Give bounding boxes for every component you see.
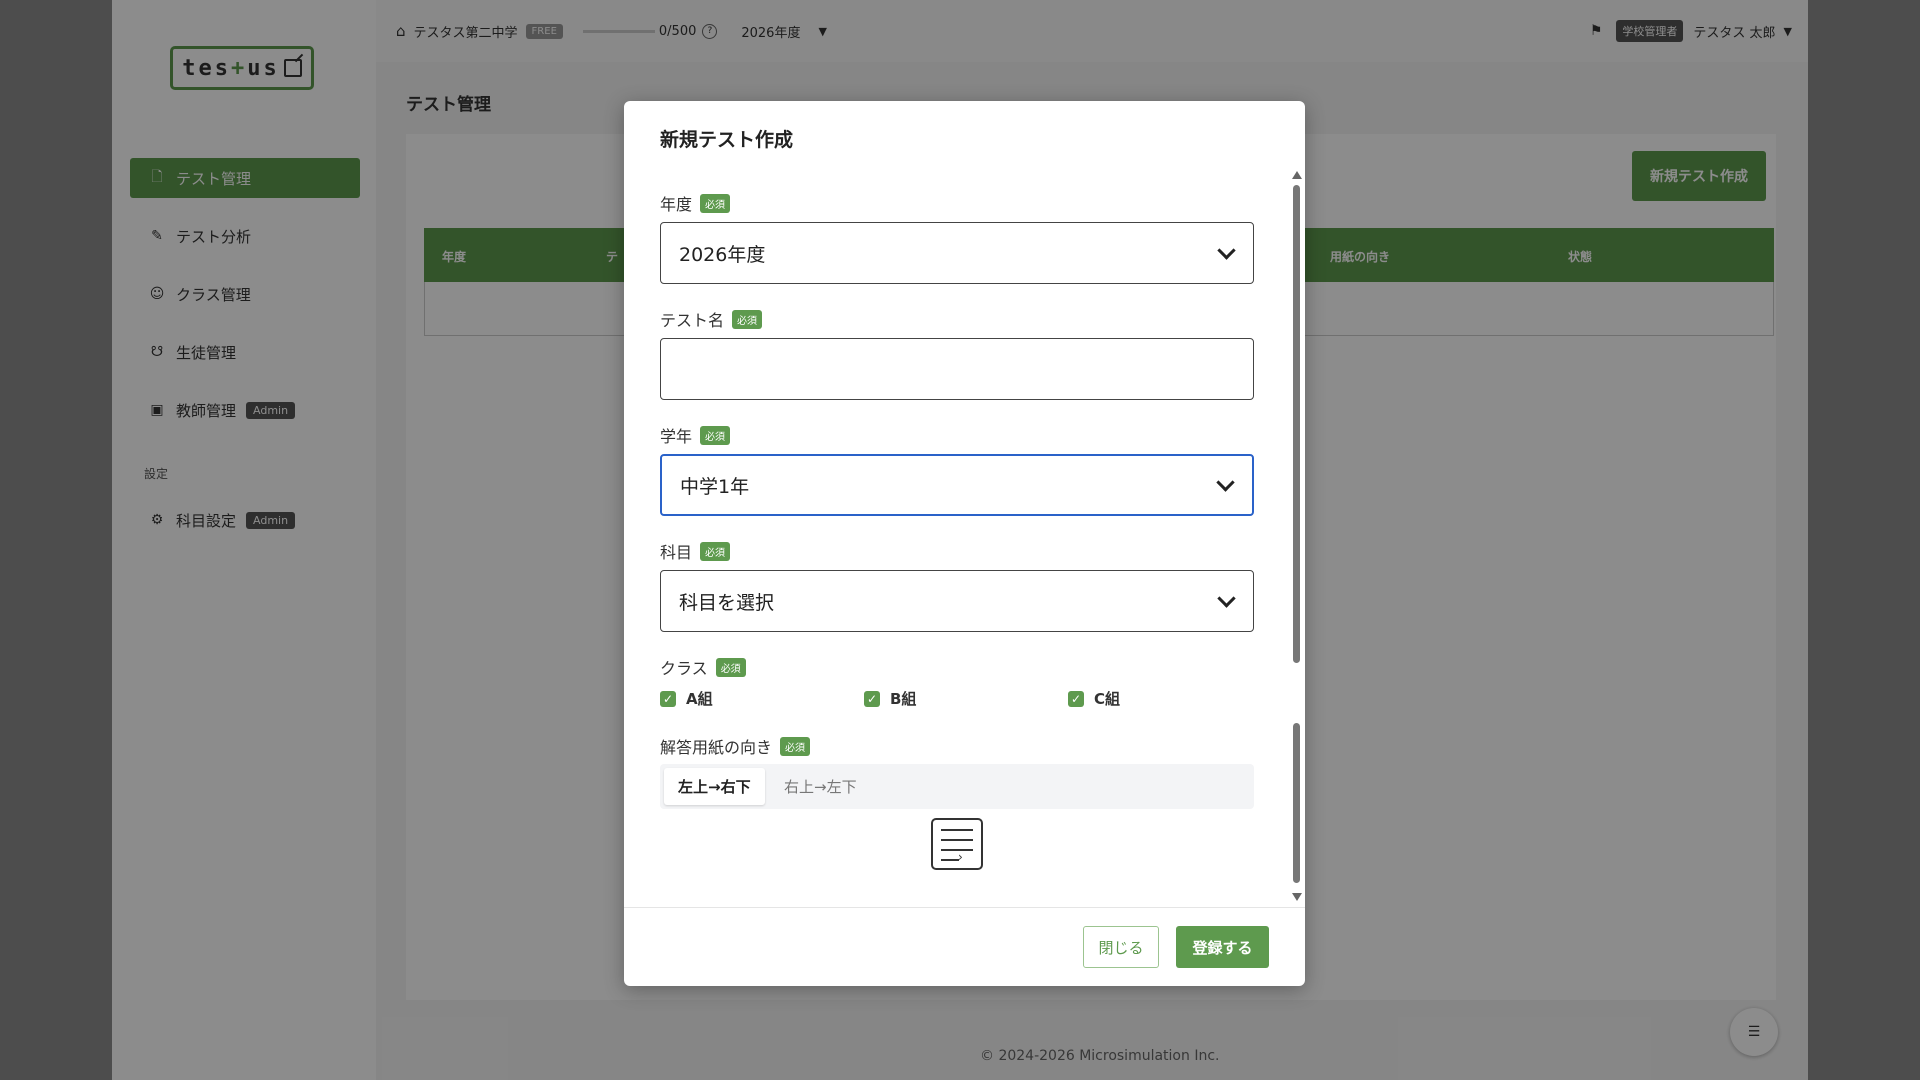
class-checkbox-c[interactable]: ✓ C組 bbox=[1068, 688, 1120, 709]
required-badge: 必須 bbox=[715, 657, 746, 677]
orientation-label: 解答用紙の向き 必須 bbox=[660, 734, 811, 758]
orientation-option-righttop[interactable]: 右上→左下 bbox=[784, 768, 857, 805]
modal-title: 新規テスト作成 bbox=[660, 129, 794, 151]
scroll-down-arrow-icon[interactable] bbox=[1292, 893, 1302, 901]
class-checkbox-a[interactable]: ✓ A組 bbox=[660, 688, 713, 709]
required-badge: 必須 bbox=[700, 541, 731, 561]
year-label: 年度 必須 bbox=[660, 191, 731, 215]
class-checkboxes: ✓ A組 ✓ B組 ✓ C組 bbox=[660, 688, 1254, 708]
chevron-down-icon bbox=[1217, 589, 1236, 608]
submit-button[interactable]: 登録する bbox=[1176, 926, 1269, 968]
grade-select[interactable]: 中学1年 bbox=[660, 454, 1254, 516]
test-name-label: テスト名 必須 bbox=[660, 307, 763, 331]
class-checkbox-b[interactable]: ✓ B組 bbox=[864, 688, 916, 709]
scroll-up-arrow-icon[interactable] bbox=[1292, 171, 1302, 179]
required-badge: 必須 bbox=[700, 193, 731, 213]
close-button[interactable]: 閉じる bbox=[1083, 926, 1159, 968]
subject-label: 科目 必須 bbox=[660, 539, 731, 563]
modal-scrollbar[interactable] bbox=[1291, 171, 1302, 901]
checkbox-checked-icon[interactable]: ✓ bbox=[864, 690, 880, 707]
required-badge: 必須 bbox=[732, 309, 763, 329]
chevron-down-icon bbox=[1216, 473, 1235, 492]
modal-footer: 閉じる 登録する bbox=[624, 907, 1305, 986]
subject-select[interactable]: 科目を選択 bbox=[660, 570, 1254, 632]
class-label: クラス 必須 bbox=[660, 655, 746, 679]
chevron-down-icon bbox=[1217, 241, 1236, 260]
orientation-toggle: 左上→右下 右上→左下 bbox=[660, 764, 1254, 809]
year-select[interactable]: 2026年度 bbox=[660, 222, 1254, 284]
required-badge: 必須 bbox=[700, 425, 731, 445]
answer-sheet-orientation-icon: › bbox=[931, 818, 983, 870]
grade-label: 学年 必須 bbox=[660, 423, 731, 447]
orientation-option-lefttop[interactable]: 左上→右下 bbox=[664, 768, 765, 805]
scrollbar-thumb-bottom[interactable] bbox=[1293, 723, 1300, 883]
checkbox-checked-icon[interactable]: ✓ bbox=[1068, 690, 1084, 707]
scrollbar-thumb-top[interactable] bbox=[1293, 185, 1300, 663]
required-badge: 必須 bbox=[780, 736, 811, 756]
new-test-modal: 新規テスト作成 年度 必須 2026年度 テスト名 必須 学年 必須 中学1年 … bbox=[624, 101, 1305, 986]
test-name-input[interactable] bbox=[660, 338, 1254, 400]
checkbox-checked-icon[interactable]: ✓ bbox=[660, 690, 676, 707]
